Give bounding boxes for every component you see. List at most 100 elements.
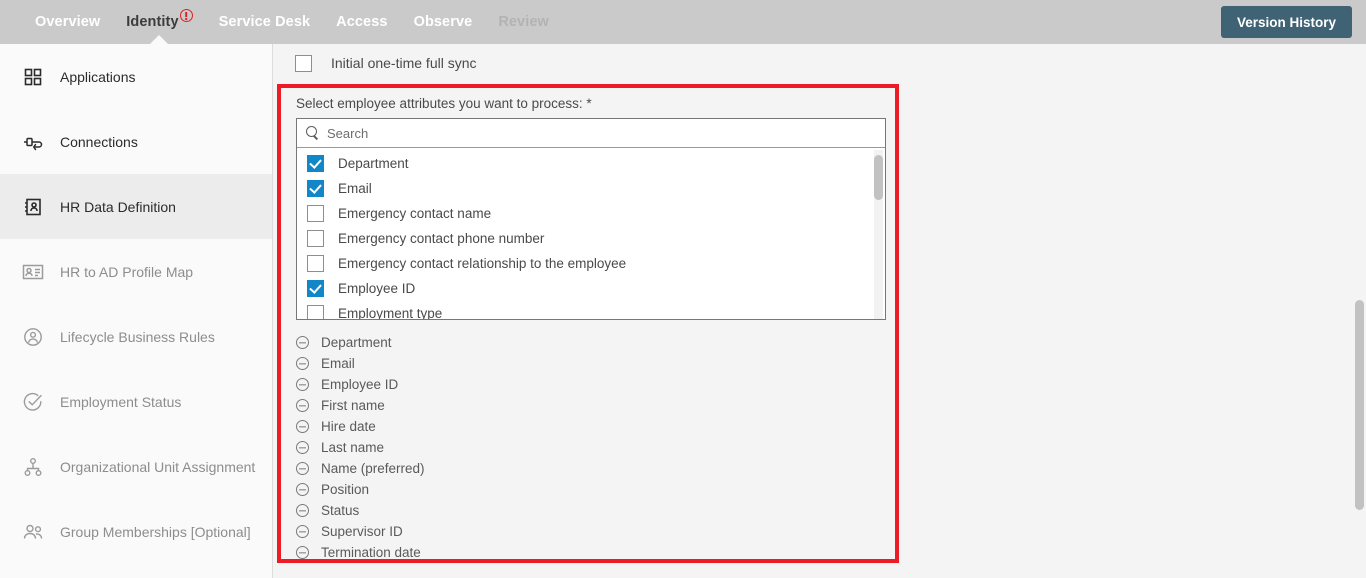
remove-circle-minus-icon[interactable]: [296, 483, 309, 496]
selected-attribute-row: Termination date: [296, 542, 856, 563]
sidebar-item-employment-status[interactable]: Employment Status: [0, 369, 272, 434]
nav-tab-label: Access: [336, 14, 388, 30]
attribute-option-checkbox[interactable]: [307, 280, 324, 297]
attribute-option-label: Employment type: [338, 306, 443, 319]
warning-exclamation-icon: [179, 9, 193, 22]
selected-attribute-row: Email: [296, 353, 856, 374]
sidebar-item-group-memberships-optional[interactable]: Group Memberships [Optional]: [0, 499, 272, 564]
left-sidebar-navigation: Applications Connections HR Data Definitio…: [0, 44, 273, 578]
selected-attribute-row: Supervisor ID: [296, 521, 856, 542]
sidebar-item-label: HR to AD Profile Map: [60, 263, 194, 280]
listbox-scrollbar-thumb[interactable]: [874, 155, 883, 200]
remove-circle-minus-icon[interactable]: [296, 504, 309, 517]
attribute-multiselect-listbox: Department Email Emergency contact name Eme…: [296, 118, 886, 320]
search-input[interactable]: [325, 124, 805, 142]
search-icon: [306, 126, 320, 140]
selected-attribute-row: Status: [296, 500, 856, 521]
version-history-button[interactable]: Version History: [1220, 6, 1352, 38]
sidebar-item-label: Connections: [60, 133, 138, 150]
remove-circle-minus-icon[interactable]: [296, 546, 309, 559]
main-content-area: Initial one-time full sync Select employ…: [274, 44, 1366, 578]
attribute-option-row[interactable]: Emergency contact name: [297, 201, 885, 226]
attribute-selection-highlight-box: Select employee attributes you want to p…: [277, 84, 899, 563]
top-header-bar: Overview Identity Service Desk Access Observ…: [0, 0, 1366, 44]
remove-circle-minus-icon[interactable]: [296, 420, 309, 433]
attribute-option-label: Emergency contact name: [338, 206, 492, 221]
sidebar-item-lifecycle-business-rules[interactable]: Lifecycle Business Rules: [0, 304, 272, 369]
header-scrollbar-cap: [1352, 0, 1366, 44]
attribute-option-row[interactable]: Employment type: [297, 301, 885, 319]
nav-tab-review[interactable]: Review: [485, 0, 562, 44]
attribute-prompt-label: Select employee attributes you want to p…: [296, 96, 592, 111]
attribute-option-label: Emergency contact relationship to the em…: [338, 256, 627, 271]
nav-tab-observe[interactable]: Observe: [401, 0, 486, 44]
remove-circle-minus-icon[interactable]: [296, 399, 309, 412]
selected-attribute-label: Last name: [321, 440, 385, 455]
sidebar-item-connections[interactable]: Connections: [0, 109, 272, 174]
page-scrollbar-thumb[interactable]: [1355, 300, 1364, 510]
attribute-option-checkbox[interactable]: [307, 255, 324, 272]
sidebar-item-hr-data-definition[interactable]: HR Data Definition: [0, 174, 272, 239]
nav-tab-overview[interactable]: Overview: [22, 0, 113, 44]
grid-icon: [22, 66, 44, 88]
selected-attribute-label: First name: [321, 398, 385, 413]
active-tab-caret-icon: [150, 35, 169, 44]
nav-tab-label: Identity: [126, 14, 179, 30]
sidebar-item-applications[interactable]: Applications: [0, 44, 272, 109]
nav-tab-label: Overview: [35, 14, 101, 30]
org-chart-icon: [22, 456, 44, 478]
attribute-option-checkbox[interactable]: [307, 230, 324, 247]
sidebar-item-organizational-unit-assignment[interactable]: Organizational Unit Assignment: [0, 434, 272, 499]
check-circle-icon: [22, 391, 44, 413]
main-navigation-tabs: Overview Identity Service Desk Access Observ…: [22, 0, 562, 44]
attribute-option-label: Employee ID: [338, 281, 416, 296]
attribute-option-label: Emergency contact phone number: [338, 231, 545, 246]
attribute-option-row[interactable]: Emergency contact phone number: [297, 226, 885, 251]
selected-attribute-label: Name (preferred): [321, 461, 425, 476]
attribute-option-row[interactable]: Emergency contact relationship to the em…: [297, 251, 885, 276]
selected-attribute-label: Email: [321, 356, 355, 371]
attribute-option-row[interactable]: Employee ID: [297, 276, 885, 301]
nav-tab-access[interactable]: Access: [323, 0, 400, 44]
attribute-option-list: Department Email Emergency contact name Eme…: [297, 148, 885, 319]
selected-attribute-row: First name: [296, 395, 856, 416]
attribute-option-label: Email: [338, 181, 372, 196]
id-card-icon: [22, 261, 44, 283]
initial-sync-checkbox[interactable]: [295, 54, 312, 72]
selected-attributes-list: Department Email Employee ID First name Hire…: [296, 332, 856, 563]
page-scrollbar-track[interactable]: [1352, 44, 1366, 578]
nav-tab-service-desk[interactable]: Service Desk: [206, 0, 324, 44]
selected-attribute-row: Employee ID: [296, 374, 856, 395]
selected-attribute-label: Status: [321, 503, 360, 518]
sidebar-item-hr-to-ad-profile-map[interactable]: HR to AD Profile Map: [0, 239, 272, 304]
attribute-option-label: Department: [338, 156, 409, 171]
attribute-option-checkbox[interactable]: [307, 205, 324, 222]
attribute-option-checkbox[interactable]: [307, 155, 324, 172]
selected-attribute-row: Last name: [296, 437, 856, 458]
selected-attribute-label: Department: [321, 335, 392, 350]
remove-circle-minus-icon[interactable]: [296, 357, 309, 370]
selected-attribute-label: Hire date: [321, 419, 376, 434]
selected-attribute-label: Position: [321, 482, 370, 497]
initial-sync-row[interactable]: Initial one-time full sync: [295, 50, 477, 76]
attribute-option-row[interactable]: Email: [297, 176, 885, 201]
address-book-icon: [22, 196, 44, 218]
remove-circle-minus-icon[interactable]: [296, 378, 309, 391]
connector-icon: [22, 131, 44, 153]
remove-circle-minus-icon[interactable]: [296, 525, 309, 538]
remove-circle-minus-icon[interactable]: [296, 336, 309, 349]
attribute-option-row[interactable]: Department: [297, 151, 885, 176]
nav-tab-label: Review: [498, 14, 549, 30]
nav-tab-label: Service Desk: [218, 14, 311, 30]
selected-attribute-row: Position: [296, 479, 856, 500]
nav-tab-label: Observe: [413, 14, 473, 30]
remove-circle-minus-icon[interactable]: [296, 441, 309, 454]
initial-sync-label: Initial one-time full sync: [331, 55, 477, 71]
attribute-search-row[interactable]: [297, 119, 885, 148]
nav-tab-identity[interactable]: Identity: [113, 0, 205, 44]
remove-circle-minus-icon[interactable]: [296, 462, 309, 475]
attribute-option-checkbox[interactable]: [307, 180, 324, 197]
attribute-option-checkbox[interactable]: [307, 305, 324, 319]
users-icon: [22, 521, 44, 543]
sidebar-item-label: HR Data Definition: [60, 198, 176, 215]
